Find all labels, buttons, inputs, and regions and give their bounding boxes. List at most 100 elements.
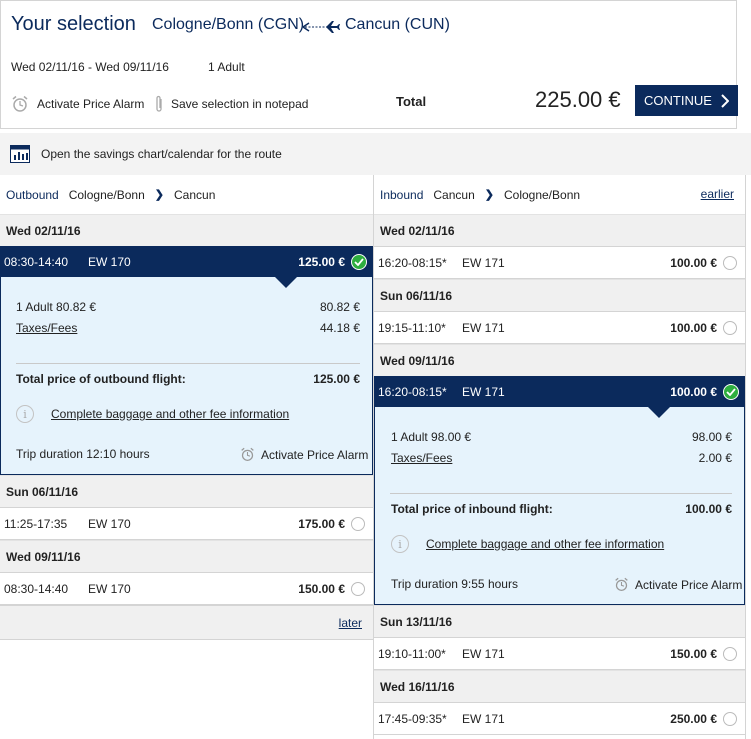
inbound-from: Cancun [433, 187, 475, 202]
flight-price: 175.00 € [298, 516, 345, 531]
info-icon: i [391, 535, 409, 553]
day-header: Wed 02/11/16 [0, 214, 373, 246]
later-link[interactable]: later [339, 616, 362, 630]
flight-time: 16:20-08:15* [378, 255, 447, 270]
day-header: Wed 09/11/16 [0, 540, 373, 572]
select-radio[interactable] [723, 711, 737, 726]
flight-time: 16:20-08:15* [378, 384, 447, 399]
flight-price: 100.00 € [670, 384, 717, 399]
taxes-fees-value: 2.00 € [698, 451, 732, 465]
flight-price: 125.00 € [298, 254, 345, 269]
outbound-total-value: 125.00 € [313, 372, 360, 386]
inbound-total-value: 100.00 € [685, 502, 732, 516]
adult-fare-label: 1 Adult 80.82 € [16, 300, 97, 314]
alarm-clock-icon [241, 447, 254, 461]
flight-price: 150.00 € [670, 646, 717, 661]
check-icon [351, 253, 367, 270]
outbound-price-alarm-button[interactable]: Activate Price Alarm [240, 447, 368, 462]
day-header: Wed 09/11/16 [374, 344, 745, 376]
outbound-from: Cologne/Bonn [68, 187, 145, 202]
flight-number: EW 171 [462, 255, 505, 270]
alarm-clock-icon [615, 577, 628, 591]
save-notepad-button[interactable]: Save selection in notepad [154, 94, 308, 114]
total-label: Total [396, 94, 427, 109]
selection-pointer [647, 406, 671, 418]
select-radio[interactable] [723, 320, 737, 335]
inbound-label: Inbound [380, 187, 424, 202]
flight-row[interactable]: 11:25-17:35 EW 170 175.00 € [0, 507, 373, 540]
flight-row-selected[interactable]: 08:30-14:40 EW 170 125.00 € [0, 246, 373, 288]
outbound-label: Outbound [6, 187, 59, 202]
continue-button[interactable]: CONTINUE [635, 85, 738, 116]
savings-chart-link[interactable]: Open the savings chart/calendar for the … [0, 133, 751, 175]
earlier-link[interactable]: earlier [701, 187, 734, 201]
select-radio[interactable] [723, 646, 737, 661]
divider [16, 363, 360, 364]
select-radio[interactable] [351, 516, 365, 531]
flight-number: EW 170 [88, 581, 131, 596]
inbound-column: Inbound Cancun ❯ Cologne/Bonn earlier We… [373, 175, 746, 739]
outbound-column: Outbound Cologne/Bonn ❯ Cancun Wed 02/11… [0, 175, 374, 739]
flight-time: 19:15-11:10* [378, 320, 446, 335]
adult-fare-value: 80.82 € [319, 300, 360, 314]
info-icon: i [16, 405, 34, 423]
plane-arrows-icon [302, 21, 340, 33]
inbound-to: Cologne/Bonn [503, 187, 581, 202]
outbound-total-label: Total price of outbound flight: [16, 372, 186, 386]
outbound-to: Cancun [174, 187, 216, 202]
activate-price-alarm-button[interactable]: Activate Price Alarm [11, 94, 144, 114]
flight-row[interactable]: 17:45-09:35* EW 171 250.00 € [374, 702, 745, 735]
day-header: Wed 02/11/16 [374, 214, 745, 246]
flight-row[interactable]: 16:20-08:15* EW 171 100.00 € [374, 246, 745, 279]
inbound-detail-panel: 1 Adult 98.00 € 98.00 € Taxes/Fees 2.00 … [374, 407, 745, 605]
flight-price: 100.00 € [670, 320, 717, 335]
day-header: Sun 06/11/16 [374, 279, 745, 311]
alarm-label: Activate Price Alarm [37, 97, 145, 111]
flight-price: 150.00 € [298, 581, 345, 596]
flight-number: EW 170 [88, 254, 131, 269]
baggage-info-link[interactable]: Complete baggage and other fee informati… [426, 537, 664, 551]
flight-number: EW 171 [462, 711, 505, 726]
trip-duration: Trip duration 12:10 hours [16, 447, 150, 461]
taxes-fees-link[interactable]: Taxes/Fees [16, 321, 77, 335]
selection-summary: Your selection Cologne/Bonn (CGN) Cancun… [0, 0, 738, 129]
flight-row[interactable]: 19:10-11:00* EW 171 150.00 € [374, 637, 745, 670]
flight-row[interactable]: 19:15-11:10* EW 171 100.00 € [374, 311, 745, 344]
inbound-price-alarm-button[interactable]: Activate Price Alarm [614, 577, 742, 592]
taxes-fees-value: 44.18 € [319, 321, 360, 335]
route-destination: Cancun (CUN) [345, 16, 450, 33]
flight-time: 08:30-14:40 [4, 254, 69, 269]
route-origin: Cologne/Bonn (CGN) [152, 16, 305, 33]
select-radio[interactable] [351, 581, 365, 596]
flight-time: 11:25-17:35 [4, 516, 68, 531]
check-icon [723, 383, 739, 400]
savings-label: Open the savings chart/calendar for the … [41, 147, 282, 161]
divider [390, 493, 732, 494]
chart-icon [10, 145, 30, 163]
alarm-label: Activate Price Alarm [635, 577, 743, 592]
later-bar: later [0, 605, 373, 640]
day-header: Sun 06/11/16 [0, 475, 373, 507]
flight-row[interactable]: 08:30-14:40 EW 170 150.00 € [0, 572, 373, 605]
flight-number: EW 171 [462, 320, 505, 335]
flight-number: EW 170 [88, 516, 131, 531]
chevron-right-icon [721, 93, 729, 108]
notepad-label: Save selection in notepad [171, 97, 309, 111]
flight-time: 08:30-14:40 [4, 581, 69, 596]
passenger-count: 1 Adult [208, 60, 245, 74]
flight-time: 17:45-09:35* [378, 711, 447, 726]
selection-pointer [274, 276, 298, 288]
select-radio[interactable] [723, 255, 737, 270]
paperclip-icon [156, 95, 162, 112]
flight-row-selected[interactable]: 16:20-08:15* EW 171 100.00 € [374, 376, 745, 418]
outbound-detail-panel: 1 Adult 80.82 € 80.82 € Taxes/Fees 44.18… [0, 277, 373, 475]
flight-number: EW 171 [462, 384, 505, 399]
adult-fare-value: 98.00 € [691, 430, 732, 444]
flight-price: 100.00 € [670, 255, 717, 270]
day-header: Wed 16/11/16 [374, 670, 745, 702]
baggage-info-link[interactable]: Complete baggage and other fee informati… [51, 407, 289, 421]
taxes-fees-link[interactable]: Taxes/Fees [391, 451, 452, 465]
adult-fare-label: 1 Adult 98.00 € [391, 430, 472, 444]
travel-dates: Wed 02/11/16 - Wed 09/11/16 [11, 60, 169, 74]
flight-number: EW 171 [462, 646, 505, 661]
